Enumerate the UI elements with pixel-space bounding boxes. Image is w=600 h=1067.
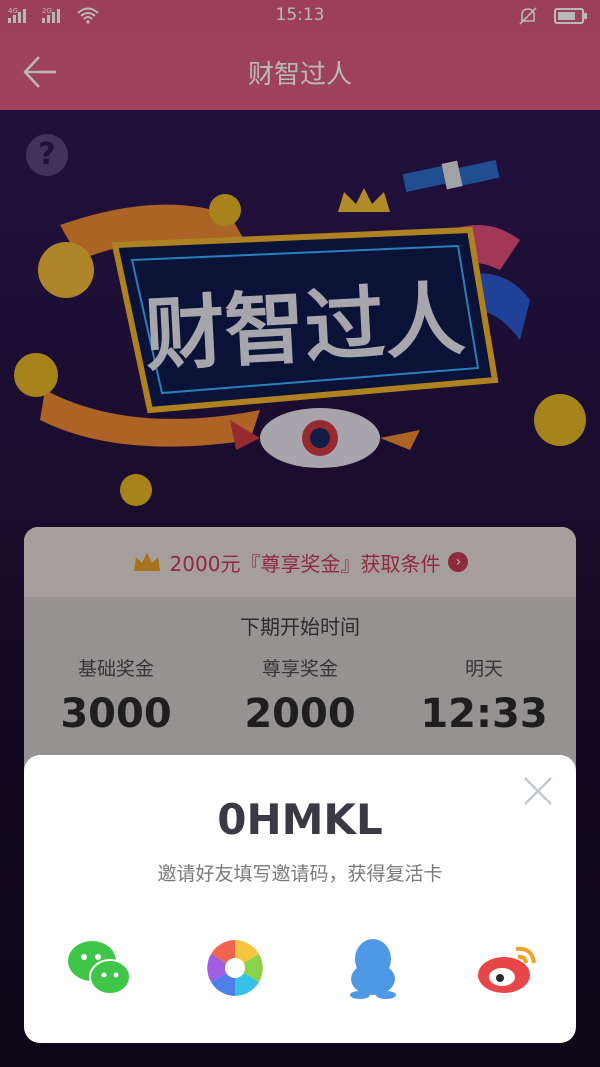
weibo-icon[interactable] [472,933,542,1003]
app-bar: 财智过人 [0,32,600,110]
share-options [24,933,576,1003]
satellite-icon [402,160,500,192]
column-label: 尊享奖金 [261,658,338,680]
column-value: 12:33 [420,691,548,737]
status-bar: 4G 2G 15:13 [0,0,600,32]
premium-bonus-column: 尊享奖金 2000 [208,654,392,737]
start-time-column: 明天 12:33 [392,654,576,737]
chevron-right-icon: › [448,552,469,572]
prize-columns: 基础奖金 3000 尊享奖金 2000 明天 12:33 [24,654,576,737]
condition-label: 2000元『尊享奖金』获取条件 [169,551,441,576]
hero-illustration: 财智过人 [14,160,586,506]
crown-icon [338,188,390,212]
moments-icon[interactable] [200,933,270,1003]
column-label: 明天 [464,658,503,680]
status-right [518,6,588,26]
logo-text: 财智过人 [143,273,467,383]
prize-info-card: 2000元『尊享奖金』获取条件 › 下期开始时间 基础奖金 3000 尊享奖金 … [24,527,576,787]
crown-icon [133,553,160,571]
invite-code: 0HMKL [217,795,383,844]
status-time: 15:13 [275,5,325,25]
page-title: 财智过人 [247,60,352,90]
coin-icon [534,394,586,446]
invite-sheet: 0HMKL 邀请好友填写邀请码，获得复活卡 [24,755,576,1043]
coin-icon [120,474,152,506]
planet-icon [38,242,94,298]
coin-icon [14,353,58,397]
invite-hint: 邀请好友填写邀请码，获得复活卡 [157,863,443,885]
column-label: 基础奖金 [77,658,154,680]
column-value: 2000 [244,691,356,737]
qq-icon[interactable] [338,933,408,1003]
wechat-icon[interactable] [64,933,134,1003]
rocket-icon [230,408,420,468]
next-period-label: 下期开始时间 [240,615,360,639]
coin-icon [209,194,241,226]
base-bonus-column: 基础奖金 3000 [24,654,208,737]
battery-icon [554,8,587,24]
premium-condition-link[interactable]: 2000元『尊享奖金』获取条件 › [24,527,576,597]
column-value: 3000 [60,691,172,737]
mute-bell-icon [519,7,537,25]
